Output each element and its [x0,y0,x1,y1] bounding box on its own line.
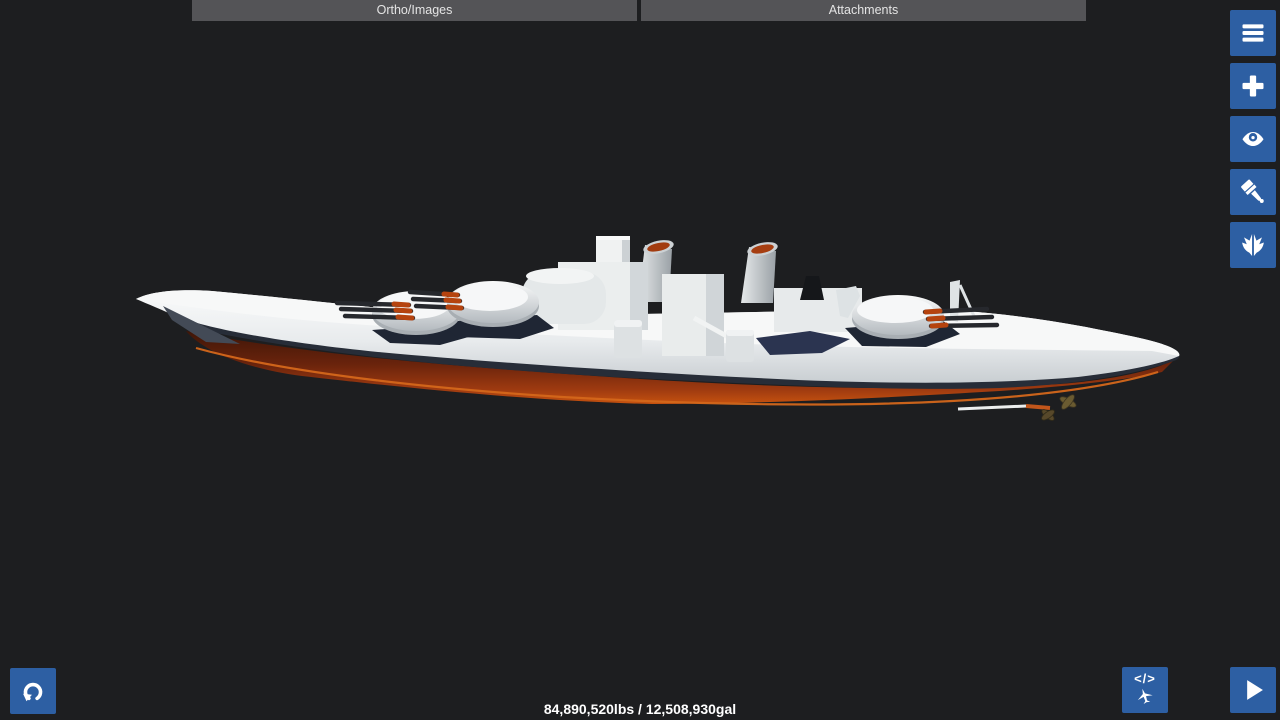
play-icon [1247,680,1263,700]
visibility-button[interactable] [1230,116,1276,162]
visibility-eye-icon [1242,132,1264,146]
ship-model[interactable] [130,210,1190,430]
tab-ortho-images[interactable]: Ortho/Images [192,0,637,21]
design-viewport[interactable] [0,0,1280,720]
menu-icon [1242,24,1264,42]
right-toolbar [1230,10,1276,268]
weight-fuel-status: 84,890,520lbs / 12,508,930gal [543,701,737,717]
paint-brush-icon [1241,179,1264,203]
designer-screen: Ortho/Images Attachments </> 84,890,520l… [0,0,1280,720]
mirror-button[interactable] [1230,222,1276,268]
mirror-aircraft-icon [1242,234,1264,256]
menu-button[interactable] [1230,10,1276,56]
top-tab-bar: Ortho/Images Attachments [192,0,1086,21]
add-part-button[interactable] [1230,63,1276,109]
xml-code-glyph: </> [1134,670,1156,686]
tab-attachments[interactable]: Attachments [641,0,1086,21]
add-part-icon [1242,75,1264,97]
paint-button[interactable] [1230,169,1276,215]
ship-hull[interactable] [136,290,1180,406]
